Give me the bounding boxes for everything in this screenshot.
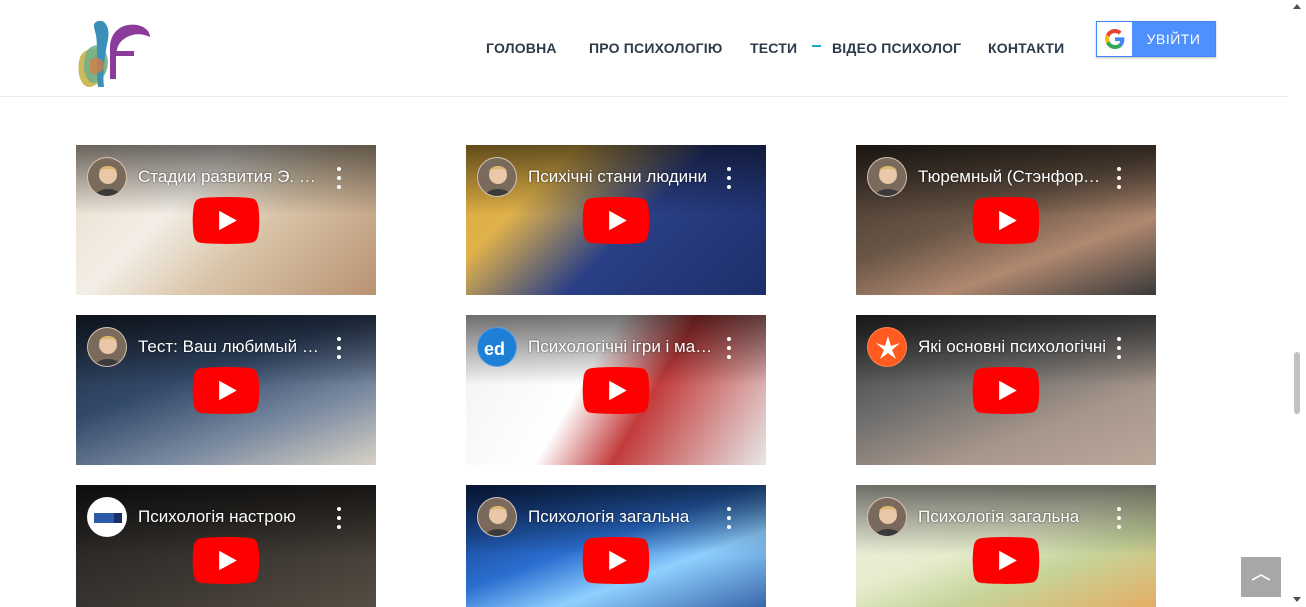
channel-avatar[interactable] (477, 157, 517, 197)
nav-item-home[interactable]: ГОЛОВНА (486, 40, 557, 56)
play-icon[interactable] (582, 537, 650, 584)
more-options-icon[interactable] (334, 505, 344, 531)
video-embed[interactable]: ed Психологічні ігри і маніпуляції (466, 315, 766, 465)
more-options-icon[interactable] (1114, 505, 1124, 531)
video-embed[interactable]: Психічні стани людини (466, 145, 766, 295)
dnipro-tv-logo[interactable] (87, 497, 127, 537)
video-embed[interactable]: Психологія загальна (856, 485, 1156, 607)
play-icon[interactable] (192, 197, 260, 244)
chevron-up-icon (1251, 574, 1271, 581)
nav-item-about[interactable]: ПРО ПСИХОЛОГІЮ (589, 40, 723, 56)
login-label: УВІЙТИ (1146, 31, 1201, 47)
active-nav-indicator (812, 45, 821, 47)
nav-item-tests[interactable]: ТЕСТИ (750, 40, 797, 56)
channel-avatar[interactable] (87, 157, 127, 197)
back-to-top-button[interactable] (1241, 557, 1281, 597)
nav-item-video[interactable]: ВІДЕО ПСИХОЛОГ (832, 40, 961, 56)
video-title[interactable]: Психічні стани людини (528, 167, 718, 187)
video-title[interactable]: Тест: Ваш любимый пейзаж (138, 337, 328, 357)
video-embed[interactable]: Психологія настрою (76, 485, 376, 607)
video-embed[interactable]: Які основні психологічні (856, 315, 1156, 465)
channel-avatar[interactable] (87, 327, 127, 367)
channel-avatar[interactable] (867, 157, 907, 197)
ed-channel-logo[interactable]: ed (477, 327, 517, 367)
play-icon[interactable] (582, 367, 650, 414)
more-options-icon[interactable] (724, 165, 734, 191)
page-scrollbar[interactable] (1288, 0, 1306, 607)
play-icon[interactable] (972, 537, 1040, 584)
play-icon[interactable] (972, 367, 1040, 414)
video-title[interactable]: Які основні психологічні (918, 337, 1108, 357)
site-header: ГОЛОВНА ПРО ПСИХОЛОГІЮ ТЕСТИ ВІДЕО ПСИХО… (0, 0, 1288, 97)
play-icon[interactable] (972, 197, 1040, 244)
video-title[interactable]: Психологія загальна (528, 507, 718, 527)
scroll-down-arrow-icon[interactable] (1293, 597, 1301, 602)
more-options-icon[interactable] (1114, 165, 1124, 191)
svg-text:ed: ed (484, 339, 505, 359)
more-options-icon[interactable] (334, 335, 344, 361)
play-icon[interactable] (192, 367, 260, 414)
channel-avatar[interactable] (477, 497, 517, 537)
google-login-button[interactable]: УВІЙТИ (1096, 21, 1216, 57)
play-icon[interactable] (582, 197, 650, 244)
video-embed[interactable]: Тюремный (Стэнфордский) эксперимент (856, 145, 1156, 295)
scroll-up-arrow-icon[interactable] (1293, 4, 1301, 9)
video-title[interactable]: Стадии развития Э. Эриксона (138, 167, 328, 187)
google-g-icon (1097, 22, 1132, 56)
radio-svoboda-logo[interactable] (867, 327, 907, 367)
video-title[interactable]: Психологічні ігри і маніпуляції (528, 337, 718, 357)
video-title[interactable]: Психологія загальна (918, 507, 1108, 527)
more-options-icon[interactable] (334, 165, 344, 191)
more-options-icon[interactable] (724, 505, 734, 531)
video-title[interactable]: Психологія настрою (138, 507, 328, 527)
more-options-icon[interactable] (724, 335, 734, 361)
video-embed[interactable]: Тест: Ваш любимый пейзаж (76, 315, 376, 465)
nav-item-contacts[interactable]: КОНТАКТИ (988, 40, 1064, 56)
channel-avatar[interactable] (867, 497, 907, 537)
video-embed[interactable]: Психологія загальна (466, 485, 766, 607)
play-icon[interactable] (192, 537, 260, 584)
more-options-icon[interactable] (1114, 335, 1124, 361)
video-embed[interactable]: Стадии развития Э. Эриксона (76, 145, 376, 295)
scrollbar-thumb[interactable] (1294, 352, 1300, 414)
video-title[interactable]: Тюремный (Стэнфордский) эксперимент (918, 167, 1108, 187)
site-logo[interactable] (76, 17, 152, 90)
